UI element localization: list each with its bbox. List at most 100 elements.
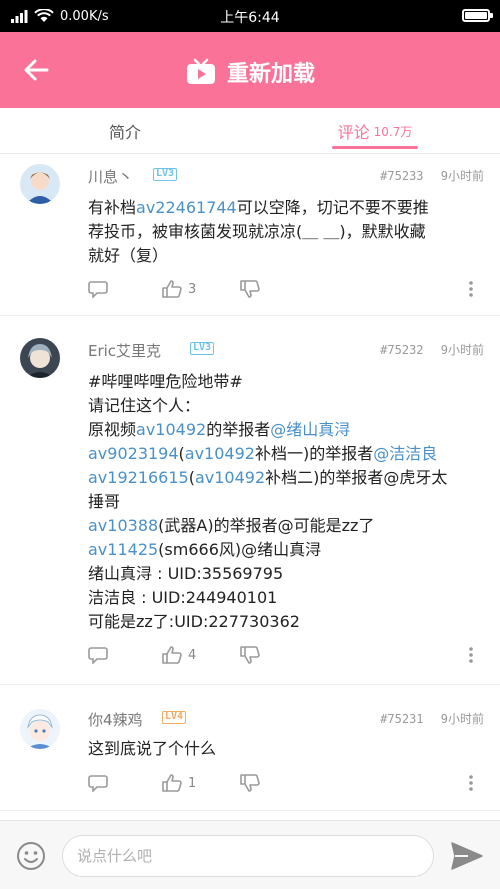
comment-text: 捶哥 [88, 492, 121, 511]
username[interactable]: Eric艾里克 [88, 340, 161, 361]
like-count: 4 [188, 647, 197, 663]
more-options-icon[interactable] [468, 646, 474, 664]
comment-content: #哔哩哔哩危险地带# 请记住这个人： 原视频av10492的举报者@绪山真浔 av90… [88, 370, 484, 634]
comment-text: 原视频 [88, 420, 137, 439]
comment-line: 捶哥 [88, 490, 484, 514]
comment-link[interactable]: @洁洁良 [373, 444, 437, 463]
comment-line: 可能是zz了:UID:227730362 [88, 610, 484, 634]
comment-content: 有补档av22461744可以空降，切记不要不要推荐投币，被审核菌发现就凉凉(＿… [88, 196, 484, 268]
comment-text: 可能是zz了:UID:227730362 [88, 612, 300, 631]
comment-line: 原视频av10492的举报者@绪山真浔 [88, 418, 484, 442]
comment-text: 请记住这个人： [88, 396, 201, 415]
comment-content: 这到底说了个什么 [88, 737, 484, 761]
reply-button[interactable] [88, 280, 108, 298]
reply-icon [88, 775, 108, 792]
comment-line: 绪山真浔 : UID:35569795 [88, 562, 484, 586]
more-options-icon[interactable] [468, 280, 474, 298]
comment-text: 就好（复） [88, 246, 169, 265]
comment-text: 可以空降，切记不要不要推 [236, 198, 429, 217]
username[interactable]: 你4辣鸡 [88, 709, 143, 730]
tv-icon [186, 58, 215, 84]
like-count: 1 [188, 775, 197, 791]
comment-input[interactable] [62, 835, 434, 877]
reload-button[interactable]: 重新加载 [0, 56, 500, 88]
comment-link[interactable]: av9023194 [88, 444, 179, 463]
like-count: 3 [188, 281, 197, 297]
comment-link[interactable]: av19216615 [88, 468, 189, 487]
comment-item: 你4辣鸡 LV4 #75231 9小时前 这到底说了个什么 1 [0, 685, 500, 811]
timestamp: 9小时前 [440, 169, 484, 183]
comment-text: 的举报者 [206, 420, 271, 439]
reply-button[interactable] [88, 774, 108, 792]
comment-actions: 1 [0, 774, 500, 798]
dislike-button[interactable] [240, 646, 260, 664]
comment-line: #哔哩哔哩危险地带# [88, 370, 484, 394]
comment-line: av10388(武器A)的举报者@可能是zz了 [88, 514, 484, 538]
reply-icon [88, 281, 108, 298]
username[interactable]: 川息丶 [88, 166, 133, 187]
thumbs-up-icon [162, 280, 182, 298]
comment-text: 绪山真浔 : UID:35569795 [88, 564, 284, 583]
comment-line: 洁洁良 : UID:244940101 [88, 586, 484, 610]
thumbs-up-icon [162, 646, 182, 664]
comment-link[interactable]: av10388 [88, 516, 158, 535]
app-toolbar: 重新加载 [0, 32, 500, 108]
comment-line: av9023194(av10492补档一)的举报者@洁洁良 [88, 442, 484, 466]
comment-text: 补档二)的举报者@虎牙太 [265, 468, 448, 487]
send-icon[interactable] [450, 841, 484, 871]
avatar[interactable] [20, 338, 60, 378]
timestamp: 9小时前 [440, 712, 484, 726]
comment-link[interactable]: av10492 [136, 420, 206, 439]
thumbs-down-icon [240, 774, 260, 792]
comment-line: 请记住这个人： [88, 394, 484, 418]
smiley-icon[interactable] [16, 841, 46, 871]
level-badge: LV4 [162, 711, 187, 724]
like-button[interactable]: 4 [162, 646, 196, 664]
active-tab-indicator [332, 146, 418, 149]
page-title: 重新加载 [226, 62, 315, 87]
battery-icon [462, 9, 493, 22]
level-badge: LV3 [153, 168, 178, 181]
comment-text: 有补档 [88, 198, 137, 217]
level-badge: LV3 [190, 342, 215, 355]
tab-bar: 简介 评论 10.7万 [0, 108, 500, 154]
comment-link[interactable]: av10492 [195, 468, 265, 487]
comment-line: 荐投币，被审核菌发现就凉凉(＿ ＿)，默默收藏 [88, 220, 484, 244]
reply-icon [88, 647, 108, 664]
thumbs-down-icon [240, 280, 260, 298]
comment-line: 就好（复） [88, 244, 484, 268]
comment-link[interactable]: av11425 [88, 540, 158, 559]
tab-comments-label: 评论 [337, 123, 370, 142]
floor-number: #75231 [380, 712, 424, 726]
floor-number: #75233 [380, 169, 424, 183]
floor-number: #75232 [380, 343, 424, 357]
comment-actions: 3 [0, 280, 500, 304]
like-button[interactable]: 1 [162, 774, 196, 792]
more-options-icon[interactable] [468, 774, 474, 792]
comment-link[interactable]: av22461744 [136, 198, 237, 217]
comment-item: Eric艾里克 LV3 #75232 9小时前 #哔哩哔哩危险地带# 请记住这个人… [0, 316, 500, 685]
comment-text: #哔哩哔哩危险地带# [88, 372, 243, 391]
comment-link[interactable]: av10492 [185, 444, 255, 463]
comment-actions: 4 [0, 646, 500, 670]
comment-text: 这到底说了个什么 [88, 739, 217, 758]
comment-text: (sm666风)@绪山真浔 [158, 540, 322, 559]
avatar[interactable] [20, 709, 60, 749]
comment-text: 荐投币，被审核菌发现就凉凉(＿ ＿)，默默收藏 [88, 222, 426, 241]
dislike-button[interactable] [240, 280, 260, 298]
comment-line: av19216615(av10492补档二)的举报者@虎牙太 [88, 466, 484, 490]
thumbs-up-icon [162, 774, 182, 792]
comment-text: (武器A)的举报者@可能是zz了 [158, 516, 375, 535]
comment-count: 10.7万 [373, 124, 413, 139]
tab-intro[interactable]: 简介 [0, 108, 250, 154]
avatar[interactable] [20, 164, 60, 204]
comment-link[interactable]: @绪山真浔 [270, 420, 350, 439]
dislike-button[interactable] [240, 774, 260, 792]
reply-button[interactable] [88, 646, 108, 664]
clock: 上午6:44 [220, 10, 280, 26]
comment-line: 这到底说了个什么 [88, 737, 484, 761]
like-button[interactable]: 3 [162, 280, 196, 298]
tab-intro-label: 简介 [108, 123, 141, 142]
comment-list[interactable]: 川息丶 LV3 #75233 9小时前 有补档av22461744可以空降，切记… [0, 154, 500, 820]
comment-line: av11425(sm666风)@绪山真浔 [88, 538, 484, 562]
